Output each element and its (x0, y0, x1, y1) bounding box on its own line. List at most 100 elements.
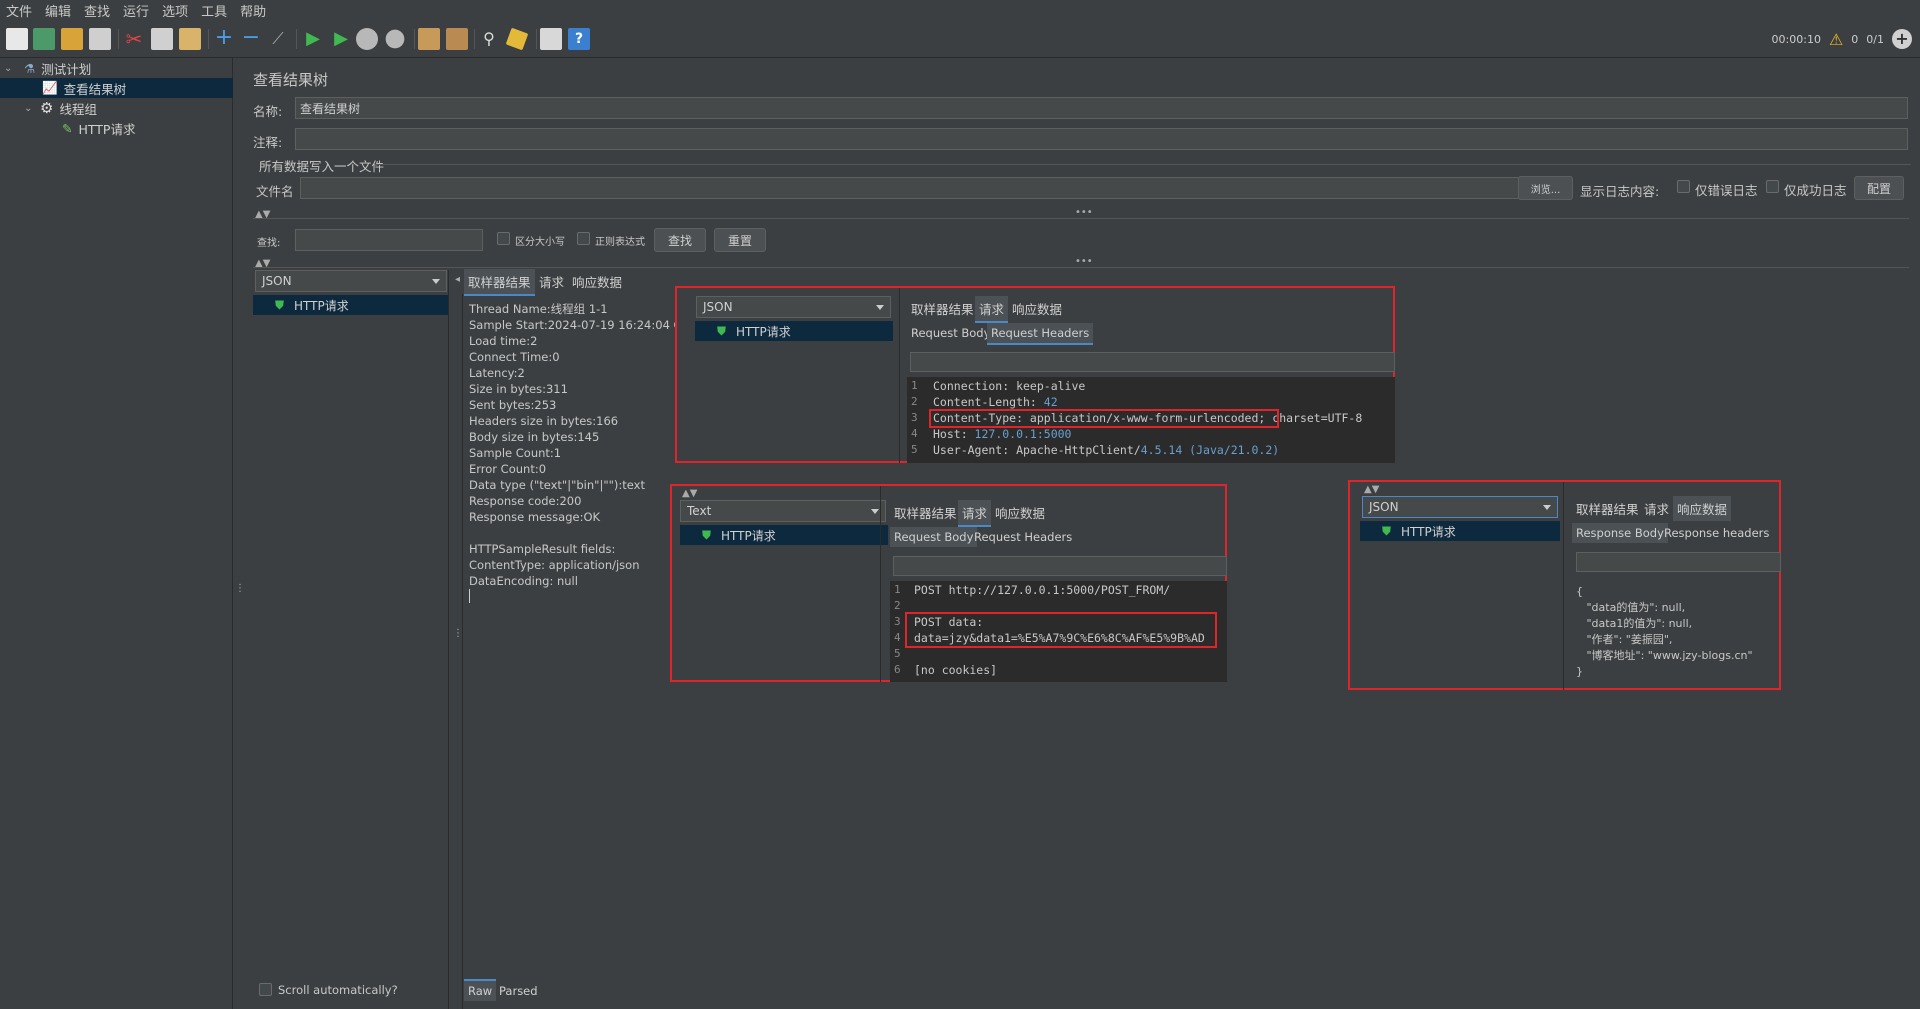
collapse-icon[interactable]: − (240, 27, 262, 50)
success-only-checkbox[interactable] (1766, 180, 1779, 193)
tab-request[interactable]: 请求 (535, 269, 568, 294)
shutdown-icon[interactable] (385, 29, 405, 49)
code-line: [no cookies] (914, 663, 998, 677)
result-item[interactable]: ⛊ HTTP请求 (253, 295, 449, 315)
info-line: Thread Name:线程组 1-1 (469, 302, 608, 316)
splitter-grip-icon[interactable]: ••• (1075, 256, 1093, 267)
filename-field[interactable] (300, 177, 1549, 199)
info-line: Load time:2 (469, 334, 538, 348)
find-button[interactable]: 查找 (654, 228, 706, 252)
tab-response-data[interactable]: 响应数据 (991, 500, 1049, 525)
subtab-request-headers[interactable]: Request Headers (987, 323, 1094, 345)
file-section-title: 所有数据写入一个文件 (259, 159, 385, 174)
result-item[interactable]: ⛊ HTTP请求 (695, 321, 893, 341)
menu-tools[interactable]: 工具 (195, 1, 234, 20)
tab-sampler-result[interactable]: 取样器结果 (464, 269, 535, 296)
expand-icon[interactable]: + (213, 27, 235, 50)
start-icon[interactable]: ▶ (302, 28, 324, 50)
toggle-icon[interactable]: ⟋ (267, 28, 289, 50)
result-item[interactable]: ⛊ HTTP请求 (1360, 521, 1560, 541)
browse-button[interactable]: 浏览... (1518, 176, 1573, 200)
renderer-select[interactable]: Text (680, 500, 886, 522)
renderer-select[interactable]: JSON (696, 296, 891, 318)
splitter[interactable] (253, 218, 1909, 219)
tree-node-test-plan[interactable]: ⌄ ⚗ 测试计划 (4, 58, 233, 78)
tab-raw[interactable]: Raw (464, 979, 497, 1001)
split-arrows-icon[interactable]: ▲▼ (682, 488, 697, 499)
menu-search[interactable]: 查找 (78, 1, 117, 20)
tree-node-http-request[interactable]: ✎ HTTP请求 (62, 118, 233, 138)
menu-help[interactable]: 帮助 (234, 1, 273, 20)
tree-node-thread-group[interactable]: ⌄ ⚙ 线程组 (24, 98, 233, 118)
reset-search-icon[interactable] (505, 27, 529, 51)
reset-button[interactable]: 重置 (714, 228, 766, 252)
templates-icon[interactable] (33, 28, 55, 50)
renderer-value: Text (687, 504, 712, 518)
errors-only-checkbox[interactable] (1677, 180, 1690, 193)
copy-icon[interactable] (151, 28, 173, 50)
tab-parsed[interactable]: Parsed (495, 981, 542, 1001)
subtab-request-headers[interactable]: Request Headers (970, 527, 1076, 547)
search-field[interactable] (893, 556, 1227, 576)
scroll-auto-checkbox[interactable] (259, 983, 272, 996)
splitter-grip-icon[interactable]: ••• (1075, 207, 1093, 218)
stop-icon[interactable] (356, 28, 378, 50)
overlay-response-data: ▲▼ JSON ⛊ HTTP请求 取样器结果 请求 响应数据 Response … (1348, 480, 1781, 690)
warning-count: 0 (1851, 32, 1859, 46)
clear-all-icon[interactable] (446, 28, 468, 50)
clear-icon[interactable] (418, 28, 440, 50)
start-no-pause-icon[interactable]: ▶ (330, 28, 352, 50)
menu-edit[interactable]: 编辑 (39, 1, 78, 20)
tab-request[interactable]: 请求 (975, 296, 1009, 323)
function-helper-icon[interactable] (540, 28, 562, 50)
tab-request[interactable]: 请求 (1640, 496, 1673, 521)
tab-sampler-result[interactable]: 取样器结果 (890, 500, 961, 525)
code-line: POST http://127.0.0.1:5000/POST_FROM/ (914, 583, 1171, 597)
tab-response-data[interactable]: 响应数据 (1673, 496, 1732, 521)
line-number: 2 (894, 599, 901, 612)
chevron-down-icon[interactable]: ⌄ (4, 63, 16, 74)
line-number: 2 (911, 395, 918, 408)
name-field[interactable]: 查看结果树 (295, 97, 1908, 119)
remote-start-icon[interactable]: + (1892, 29, 1912, 49)
help-icon[interactable]: ? (568, 28, 590, 50)
open-icon[interactable] (61, 28, 83, 50)
tab-response-data[interactable]: 响应数据 (568, 269, 626, 294)
subtab-request-body[interactable]: Request Body (890, 527, 978, 547)
tab-sampler-result[interactable]: 取样器结果 (907, 296, 978, 321)
highlight-content-type (929, 409, 1279, 428)
warning-icon[interactable]: ⚠ (1829, 30, 1843, 49)
tab-request[interactable]: 请求 (958, 500, 992, 527)
cut-icon[interactable]: ✂ (123, 28, 145, 50)
search-icon[interactable]: ⚲ (478, 28, 500, 50)
subtab-response-headers[interactable]: Response headers (1660, 523, 1773, 543)
subtab-response-body[interactable]: Response Body (1572, 523, 1668, 543)
renderer-select[interactable]: JSON (255, 270, 447, 292)
renderer-select[interactable]: JSON (1362, 496, 1558, 518)
regex-checkbox[interactable] (577, 232, 590, 245)
configure-button[interactable]: 配置 (1854, 176, 1904, 200)
test-plan-tree: ⌄ ⚗ 测试计划 📈 查看结果树 ⌄ ⚙ 线程组 ✎ HTTP请求 (0, 58, 233, 1009)
chevron-down-icon[interactable]: ⌄ (24, 103, 36, 114)
search-input[interactable] (295, 229, 483, 251)
menu-options[interactable]: 选项 (156, 1, 195, 20)
menu-file[interactable]: 文件 (0, 1, 39, 20)
tab-sampler-result[interactable]: 取样器结果 (1572, 496, 1643, 521)
tab-scroll-icon[interactable]: ◂ (455, 274, 460, 285)
save-icon[interactable] (89, 28, 111, 50)
splitter[interactable] (253, 267, 1909, 268)
result-item[interactable]: ⛊ HTTP请求 (680, 525, 888, 545)
new-icon[interactable] (6, 28, 28, 50)
tree-node-results-tree[interactable]: 📈 查看结果树 (0, 78, 233, 98)
paste-icon[interactable] (179, 28, 201, 50)
line-number: 3 (911, 411, 918, 424)
subtab-request-body[interactable]: Request Body (907, 323, 994, 343)
search-field[interactable] (1576, 552, 1781, 572)
split-arrows-icon[interactable]: ▲▼ (1364, 484, 1379, 495)
menu-run[interactable]: 运行 (117, 1, 156, 20)
search-field[interactable] (910, 352, 1395, 372)
tab-response-data[interactable]: 响应数据 (1008, 296, 1066, 321)
case-sensitive-checkbox[interactable] (497, 232, 510, 245)
left-splitter-grip-icon[interactable]: ⋮ (235, 583, 245, 594)
comment-field[interactable] (295, 128, 1908, 150)
